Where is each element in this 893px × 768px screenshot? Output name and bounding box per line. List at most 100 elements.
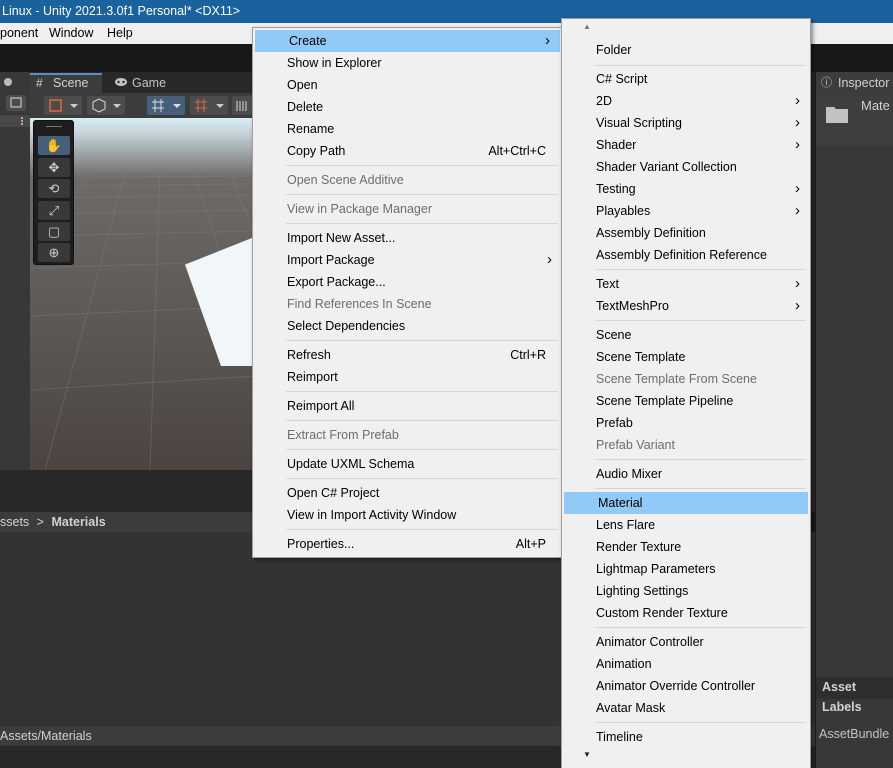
rect-icon[interactable]: ▢	[38, 222, 70, 241]
create-item-scene-template[interactable]: Scene Template	[562, 346, 810, 368]
create-item-folder[interactable]: Folder	[562, 39, 810, 61]
chevron-right-icon: ›	[795, 136, 800, 153]
menu-separator	[595, 627, 806, 628]
menu-item-label: TextMeshPro	[596, 299, 669, 313]
scale-icon[interactable]: ⤢	[38, 201, 70, 220]
assetbundle-row: AssetBundle	[816, 720, 893, 748]
create-item-custom-render-texture[interactable]: Custom Render Texture	[562, 602, 810, 624]
menu-item-label: Scene Template From Scene	[596, 372, 757, 386]
hand-icon[interactable]: ✋	[38, 136, 70, 155]
create-item-textmeshpro[interactable]: TextMeshPro ›	[562, 295, 810, 317]
context-menu-item-extract-from-prefab: Extract From Prefab	[253, 424, 562, 446]
create-item-shader-variant-collection[interactable]: Shader Variant Collection	[562, 156, 810, 178]
breadcrumb-current[interactable]: Materials	[51, 515, 105, 529]
menu-help[interactable]: Help	[107, 26, 133, 40]
create-item-prefab[interactable]: Prefab	[562, 412, 810, 434]
create-item-timeline[interactable]: Timeline	[562, 726, 810, 748]
tab-game[interactable]: Game	[108, 74, 170, 94]
shading-dropdown[interactable]	[87, 96, 125, 115]
create-item-playables[interactable]: Playables ›	[562, 200, 810, 222]
create-item-lightmap-parameters[interactable]: Lightmap Parameters	[562, 558, 810, 580]
chevron-right-icon: ›	[545, 32, 550, 49]
audio-toggle[interactable]	[232, 96, 254, 115]
create-item-avatar-mask[interactable]: Avatar Mask	[562, 697, 810, 719]
context-menu-item-reimport-all[interactable]: Reimport All	[253, 395, 562, 417]
menu-component[interactable]: ponent	[0, 26, 38, 40]
create-item-testing[interactable]: Testing ›	[562, 178, 810, 200]
scroll-up-icon[interactable]: ▲	[583, 22, 591, 31]
context-menu-item-properties[interactable]: Properties... Alt+P	[253, 533, 562, 555]
menu-item-label: Shader Variant Collection	[596, 160, 737, 174]
create-item-lighting-settings[interactable]: Lighting Settings	[562, 580, 810, 602]
dots-icon[interactable]	[2, 76, 14, 88]
grid-snap-dropdown[interactable]	[190, 96, 228, 115]
menu-separator	[595, 722, 806, 723]
menu-item-label: Refresh	[287, 348, 331, 362]
create-item-text[interactable]: Text ›	[562, 273, 810, 295]
menu-item-label: Export Package...	[287, 275, 386, 289]
rotate-icon[interactable]: ⟲	[38, 179, 70, 198]
context-menu-item-copy-path[interactable]: Copy Path Alt+Ctrl+C	[253, 140, 562, 162]
menu-item-label: Open Scene Additive	[287, 173, 404, 187]
chevron-right-icon: ›	[795, 92, 800, 109]
create-item-visual-scripting[interactable]: Visual Scripting ›	[562, 112, 810, 134]
context-menu-item-view-in-import-activity-window[interactable]: View in Import Activity Window	[253, 504, 562, 526]
folder-icon	[826, 107, 848, 123]
menu-separator	[595, 320, 806, 321]
create-item-c-script[interactable]: C# Script	[562, 68, 810, 90]
context-menu-item-reimport[interactable]: Reimport	[253, 366, 562, 388]
draw-mode-dropdown[interactable]	[44, 96, 82, 115]
menu-item-label: Select Dependencies	[287, 319, 406, 333]
create-item-animator-override-controller[interactable]: Animator Override Controller	[562, 675, 810, 697]
palette-grip[interactable]	[46, 126, 62, 127]
menu-item-shortcut: Alt+Ctrl+C	[488, 144, 546, 158]
context-menu-item-export-package[interactable]: Export Package...	[253, 271, 562, 293]
context-menu-item-open[interactable]: Open	[253, 74, 562, 96]
context-menu-item-import-new-asset[interactable]: Import New Asset...	[253, 227, 562, 249]
transform-icon[interactable]: ⊕	[38, 243, 70, 262]
create-item-render-texture[interactable]: Render Texture	[562, 536, 810, 558]
create-item-material[interactable]: Material	[564, 492, 808, 514]
tab-scene[interactable]: # Scene	[30, 73, 102, 93]
create-item-prefab-variant: Prefab Variant	[562, 434, 810, 456]
context-menu-item-select-dependencies[interactable]: Select Dependencies	[253, 315, 562, 337]
create-item-assembly-definition-reference[interactable]: Assembly Definition Reference	[562, 244, 810, 266]
menu-separator	[286, 478, 558, 479]
menu-item-label: Update UXML Schema	[287, 457, 415, 471]
breadcrumb-parent[interactable]: ssets	[0, 515, 29, 529]
create-item-scene-template-pipeline[interactable]: Scene Template Pipeline	[562, 390, 810, 412]
menu-item-label: Shader	[596, 138, 637, 152]
context-menu-item-update-uxml-schema[interactable]: Update UXML Schema	[253, 453, 562, 475]
move-icon[interactable]: ✥	[38, 158, 70, 177]
context-menu-item-refresh[interactable]: Refresh Ctrl+R	[253, 344, 562, 366]
asset-path: Assets/Materials	[0, 729, 92, 743]
context-menu-item-create[interactable]: Create ›	[255, 30, 560, 52]
asset-labels-header[interactable]: Asset Labels	[816, 677, 893, 714]
menu-item-label: Delete	[287, 100, 324, 114]
create-item-scene[interactable]: Scene	[562, 324, 810, 346]
context-menu-item-import-package[interactable]: Import Package ›	[253, 249, 562, 271]
menu-item-label: Extract From Prefab	[287, 428, 399, 442]
maximize-icon[interactable]	[6, 95, 26, 111]
create-item-shader[interactable]: Shader ›	[562, 134, 810, 156]
gizmos-toggle[interactable]	[147, 96, 185, 115]
menu-item-label: Find References In Scene	[287, 297, 432, 311]
context-menu: Create › Show in Explorer Open Delete Rename C…	[252, 27, 563, 558]
context-menu-item-show-in-explorer[interactable]: Show in Explorer	[253, 52, 562, 74]
context-menu-item-delete[interactable]: Delete	[253, 96, 562, 118]
hierarchy-panel-edge	[0, 72, 30, 470]
create-item-lens-flare[interactable]: Lens Flare	[562, 514, 810, 536]
menu-item-label: Render Texture	[596, 540, 682, 554]
context-menu-item-open-c-project[interactable]: Open C# Project	[253, 482, 562, 504]
create-item-animator-controller[interactable]: Animator Controller	[562, 631, 810, 653]
menu-window[interactable]: Window	[49, 26, 93, 40]
create-item-assembly-definition[interactable]: Assembly Definition	[562, 222, 810, 244]
menu-item-label: Animator Override Controller	[596, 679, 756, 693]
menu-item-label: Text	[596, 277, 619, 291]
scroll-down-icon[interactable]: ▼	[583, 750, 591, 759]
tab-inspector[interactable]: ⓘ Inspector	[816, 72, 893, 95]
create-item-animation[interactable]: Animation	[562, 653, 810, 675]
create-item-audio-mixer[interactable]: Audio Mixer	[562, 463, 810, 485]
create-item-2d[interactable]: 2D ›	[562, 90, 810, 112]
context-menu-item-rename[interactable]: Rename	[253, 118, 562, 140]
